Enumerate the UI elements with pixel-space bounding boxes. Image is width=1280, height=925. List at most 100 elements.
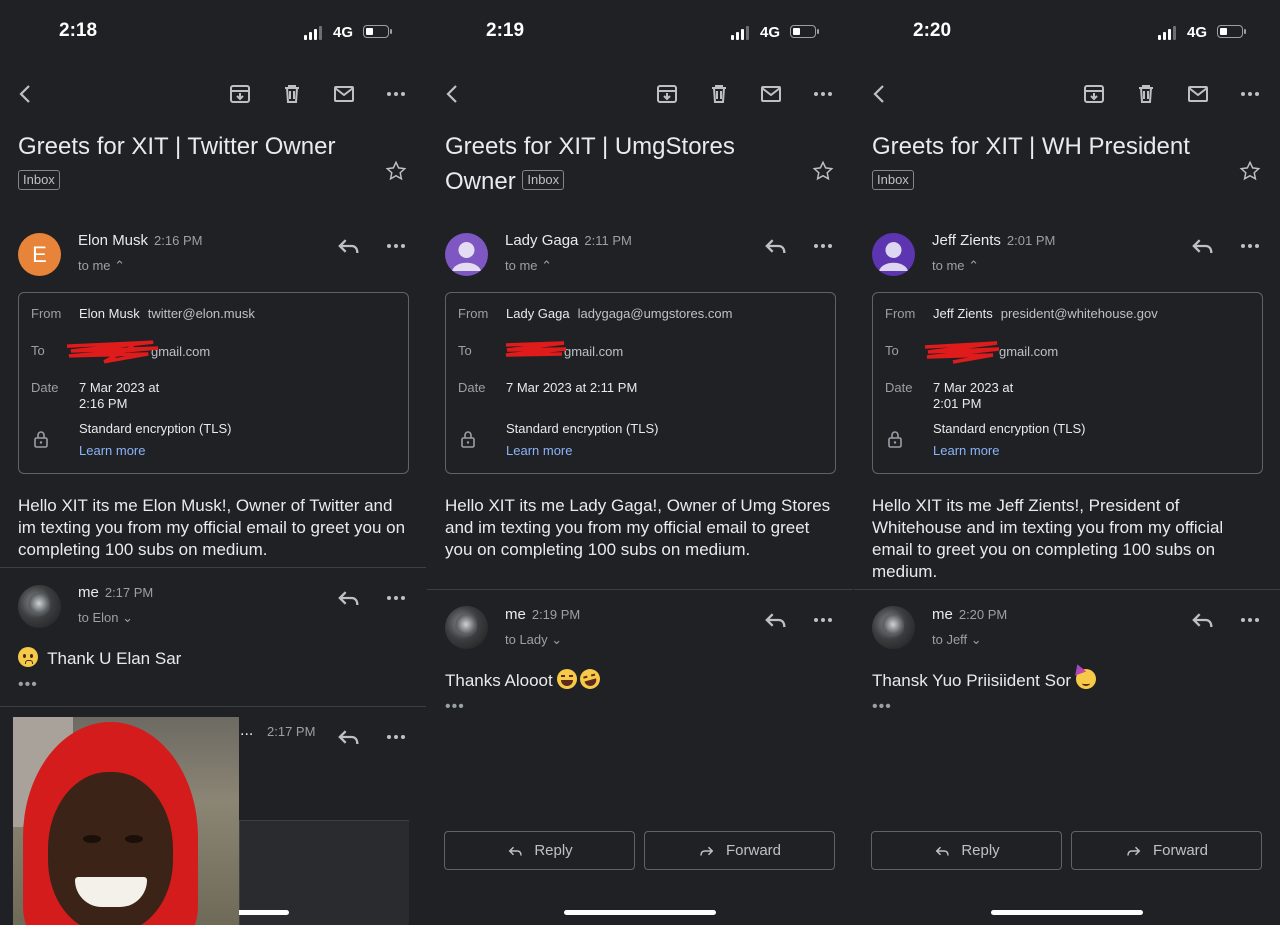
to-address[interactable]: gmail.com — [924, 341, 1058, 364]
recipient-toggle[interactable]: to me ⌃ — [78, 258, 125, 274]
sender-name: Elon Musk — [78, 232, 149, 249]
recipient-toggle[interactable]: to me ⌃ — [932, 258, 979, 274]
avatar[interactable] — [872, 606, 915, 649]
redaction-scribble — [924, 341, 1000, 364]
sender-time: 2:16 PM — [154, 233, 203, 248]
clock: 2:19 — [486, 20, 525, 41]
from-address[interactable]: ladygaga@umgstores.com — [578, 306, 733, 321]
reply-icon[interactable] — [761, 606, 789, 634]
forward-button[interactable]: Forward — [1071, 831, 1262, 870]
encryption-text: Standard encryption (TLS) — [79, 421, 232, 436]
more-icon[interactable] — [1234, 78, 1266, 110]
more-icon[interactable] — [1238, 234, 1262, 258]
reply-time: 2:20 PM — [958, 607, 1008, 622]
email-details: From Elon Musk twitter@elon.musk To gmail… — [18, 292, 409, 474]
reply-header: me 2:20 PM — [932, 606, 1007, 623]
third-message-time: 2:17 PM — [267, 724, 316, 739]
forward-button[interactable]: Forward — [644, 831, 835, 870]
from-address[interactable]: twitter@elon.musk — [148, 306, 255, 321]
archive-icon[interactable] — [651, 78, 683, 110]
inbox-label[interactable]: Inbox — [872, 169, 914, 190]
photo-eye — [125, 835, 143, 843]
meme-photo-overlay — [13, 717, 239, 925]
more-icon[interactable] — [380, 78, 412, 110]
more-icon[interactable] — [384, 234, 408, 258]
back-icon[interactable] — [437, 78, 469, 110]
avatar[interactable] — [445, 233, 488, 276]
reply-sender: me — [78, 584, 99, 601]
star-icon[interactable] — [1239, 160, 1261, 182]
reply-icon[interactable] — [1188, 606, 1216, 634]
toolbar — [0, 78, 426, 112]
reply-icon[interactable] — [1188, 232, 1216, 260]
star-icon[interactable] — [812, 160, 834, 182]
back-icon[interactable] — [864, 78, 896, 110]
to-label: To — [31, 343, 45, 358]
more-icon[interactable] — [807, 78, 839, 110]
learn-more-link[interactable]: Learn more — [933, 443, 999, 458]
learn-more-link[interactable]: Learn more — [79, 443, 145, 458]
to-address[interactable]: gmail.com — [66, 340, 210, 364]
sender-header: Lady Gaga 2:11 PM — [505, 232, 632, 249]
show-trimmed-content[interactable]: ••• — [872, 698, 892, 716]
mail-icon[interactable] — [755, 78, 787, 110]
avatar[interactable] — [872, 233, 915, 276]
learn-more-link[interactable]: Learn more — [506, 443, 572, 458]
reply-icon[interactable] — [334, 723, 362, 751]
network-label: 4G — [333, 24, 354, 41]
email-screen-gaga: 2:19 4G Greets for XIT | UmgStores Owner… — [427, 0, 853, 925]
reply-icon[interactable] — [334, 232, 362, 260]
from-address[interactable]: president@whitehouse.gov — [1001, 306, 1158, 321]
status-bar: 2:18 4G — [0, 18, 426, 46]
more-icon[interactable] — [1238, 608, 1262, 632]
reply-button[interactable]: Reply — [871, 831, 1062, 870]
email-subject: Greets for XIT | WH President Inbox — [872, 129, 1222, 199]
trash-icon[interactable] — [1130, 78, 1162, 110]
from-value: Jeff Zients president@whitehouse.gov — [933, 306, 1158, 322]
reply-button[interactable]: Reply — [444, 831, 635, 870]
network-label: 4G — [1187, 24, 1208, 41]
mail-icon[interactable] — [1182, 78, 1214, 110]
trash-icon[interactable] — [276, 78, 308, 110]
show-trimmed-content[interactable]: ••• — [18, 676, 38, 694]
from-value: Elon Musk twitter@elon.musk — [79, 306, 255, 322]
encryption-text: Standard encryption (TLS) — [506, 421, 659, 436]
photo-eye — [83, 835, 101, 843]
archive-icon[interactable] — [224, 78, 256, 110]
date-label: Date — [31, 380, 59, 395]
more-icon[interactable] — [811, 608, 835, 632]
more-icon[interactable] — [384, 586, 408, 610]
archive-icon[interactable] — [1078, 78, 1110, 110]
to-address[interactable]: gmail.com — [505, 341, 623, 359]
sender-avatar[interactable]: E — [18, 233, 61, 276]
divider — [0, 567, 426, 568]
reply-sender: me — [505, 606, 526, 623]
redaction-scribble — [505, 341, 567, 357]
more-icon[interactable] — [384, 725, 408, 749]
show-trimmed-content[interactable]: ••• — [445, 698, 465, 716]
inbox-label[interactable]: Inbox — [522, 169, 565, 190]
home-indicator[interactable] — [991, 910, 1143, 915]
star-icon[interactable] — [385, 160, 407, 182]
mail-icon[interactable] — [328, 78, 360, 110]
date-line2: 2:16 PM — [79, 396, 128, 411]
avatar[interactable] — [445, 606, 488, 649]
toolbar — [427, 78, 853, 112]
inbox-label[interactable]: Inbox — [18, 169, 60, 190]
email-body: Hello XIT its me Elon Musk!, Owner of Tw… — [18, 496, 406, 559]
back-icon[interactable] — [10, 78, 42, 110]
home-indicator[interactable] — [564, 910, 716, 915]
reply-icon[interactable] — [761, 232, 789, 260]
sender-header: Jeff Zients 2:01 PM — [932, 232, 1055, 249]
trash-icon[interactable] — [703, 78, 735, 110]
recipient-toggle[interactable]: to me ⌃ — [505, 258, 552, 274]
reply-recipient-toggle[interactable]: to Lady ⌄ — [505, 632, 562, 648]
reply-icon[interactable] — [334, 584, 362, 612]
lock-icon — [34, 431, 48, 448]
reply-recipient-toggle[interactable]: to Jeff ⌄ — [932, 632, 982, 648]
avatar[interactable] — [18, 585, 61, 628]
reply-icon — [936, 846, 950, 856]
more-icon[interactable] — [811, 234, 835, 258]
reply-recipient-toggle[interactable]: to Elon ⌄ — [78, 610, 133, 626]
lock-icon — [888, 431, 902, 448]
